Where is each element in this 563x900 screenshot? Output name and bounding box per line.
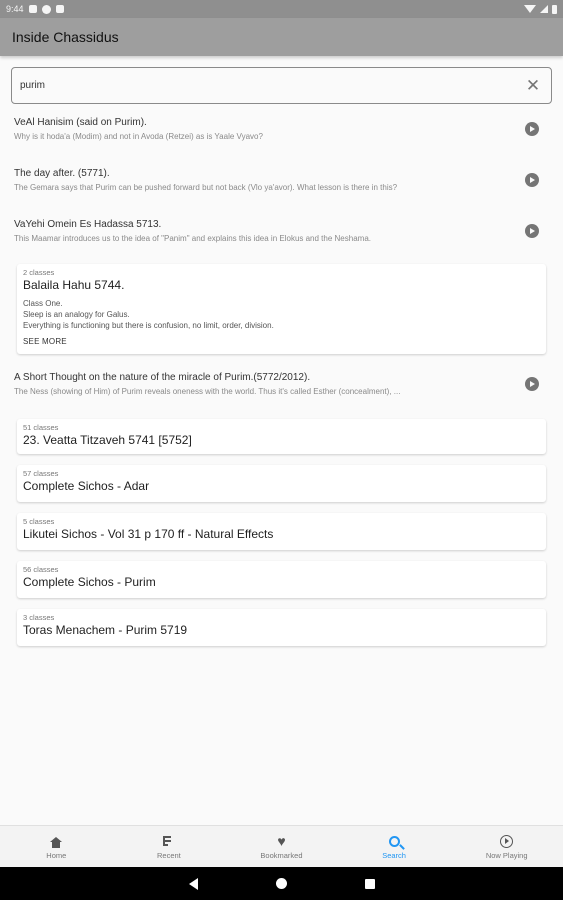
home-icon (50, 836, 63, 848)
results-list: VeAl Hanisim (said on Purim). Why is it … (0, 112, 563, 646)
card-desc-line: Sleep is an analogy for Galus. (23, 310, 130, 319)
list-item[interactable]: VeAl Hanisim (said on Purim). Why is it … (0, 112, 563, 163)
class-card[interactable]: 5 classes Likutei Sichos - Vol 31 p 170 … (17, 513, 546, 550)
item-subtitle: This Maamar introduces us to the idea of… (14, 234, 371, 243)
nav-label: Recent (157, 851, 181, 860)
item-title: VeAl Hanisim (said on Purim). (14, 117, 147, 128)
play-icon[interactable] (525, 173, 539, 187)
storage-icon (55, 5, 64, 13)
sync-icon (41, 4, 51, 14)
see-more-button[interactable]: SEE MORE (23, 337, 67, 346)
class-card[interactable]: 2 classes Balaila Hahu 5744. Class One. … (17, 264, 546, 354)
class-count: 57 classes (23, 469, 59, 478)
list-item[interactable]: A Short Thought on the nature of the mir… (0, 367, 563, 416)
card-title: 23. Veatta Titzaveh 5741 [5752] (23, 433, 192, 447)
search-icon (388, 835, 400, 847)
nav-label: Bookmarked (260, 851, 303, 860)
status-left: 9:44 (6, 4, 64, 14)
clear-icon[interactable]: ✕ (525, 77, 541, 94)
status-bar: 9:44 (0, 0, 563, 18)
class-count: 56 classes (23, 565, 59, 574)
play-icon[interactable] (525, 377, 539, 391)
card-title: Complete Sichos - Purim (23, 575, 156, 589)
notification-icon (28, 5, 37, 13)
wifi-icon (524, 5, 536, 13)
card-title: Balaila Hahu 5744. (23, 278, 125, 292)
class-count: 3 classes (23, 613, 55, 622)
search-box[interactable]: ✕ (11, 67, 552, 104)
list-item[interactable]: The day after. (5771). The Gemara says t… (0, 163, 563, 214)
app-bar: Inside Chassidus (0, 18, 563, 56)
search-input[interactable] (20, 75, 525, 96)
nav-home[interactable]: Home (0, 826, 113, 867)
play-icon[interactable] (525, 224, 539, 238)
bottom-nav: Home Recent ♥ Bookmarked Search Now Play… (0, 825, 563, 867)
item-subtitle: Why is it hoda'a (Modim) and not in Avod… (14, 132, 263, 141)
battery-icon (552, 4, 557, 14)
class-card[interactable]: 57 classes Complete Sichos - Adar (17, 465, 546, 502)
class-card[interactable]: 56 classes Complete Sichos - Purim (17, 561, 546, 598)
nav-now-playing[interactable]: Now Playing (450, 826, 563, 867)
nav-label: Search (382, 851, 406, 860)
item-subtitle: The Ness (showing of Him) of Purim revea… (14, 387, 401, 396)
nav-label: Now Playing (485, 851, 528, 860)
now-playing-icon (500, 834, 514, 848)
app-title: Inside Chassidus (12, 29, 119, 45)
card-desc-line: Class One. (23, 299, 63, 308)
item-title: VaYehi Omein Es Hadassa 5713. (14, 219, 162, 230)
back-icon[interactable] (188, 877, 198, 890)
system-nav-bar (0, 867, 563, 900)
heart-icon: ♥ (277, 833, 286, 849)
home-button-icon[interactable] (275, 878, 287, 889)
item-subtitle: The Gemara says that Purim can be pushed… (14, 183, 398, 192)
card-title: Complete Sichos - Adar (23, 479, 150, 493)
card-title: Likutei Sichos - Vol 31 p 170 ff - Natur… (23, 527, 274, 541)
nav-bookmarked[interactable]: ♥ Bookmarked (225, 826, 338, 867)
recent-icon (162, 836, 175, 846)
class-count: 51 classes (23, 423, 59, 432)
nav-label: Home (46, 851, 67, 860)
class-card[interactable]: 51 classes 23. Veatta Titzaveh 5741 [575… (17, 419, 546, 454)
nav-recent[interactable]: Recent (113, 826, 226, 867)
list-item[interactable]: VaYehi Omein Es Hadassa 5713. This Maama… (0, 214, 563, 258)
signal-icon (540, 5, 548, 13)
card-title: Toras Menachem - Purim 5719 (23, 623, 188, 637)
status-time: 9:44 (6, 4, 24, 14)
card-desc-line: Everything is functioning but there is c… (23, 321, 274, 330)
class-count: 2 classes (23, 268, 55, 277)
class-count: 5 classes (23, 517, 55, 526)
play-icon[interactable] (525, 122, 539, 136)
class-card[interactable]: 3 classes Toras Menachem - Purim 5719 (17, 609, 546, 646)
nav-search[interactable]: Search (338, 826, 451, 867)
status-right (524, 4, 557, 14)
recents-icon[interactable] (364, 878, 375, 889)
item-title: A Short Thought on the nature of the mir… (14, 372, 311, 383)
item-title: The day after. (5771). (14, 168, 110, 179)
